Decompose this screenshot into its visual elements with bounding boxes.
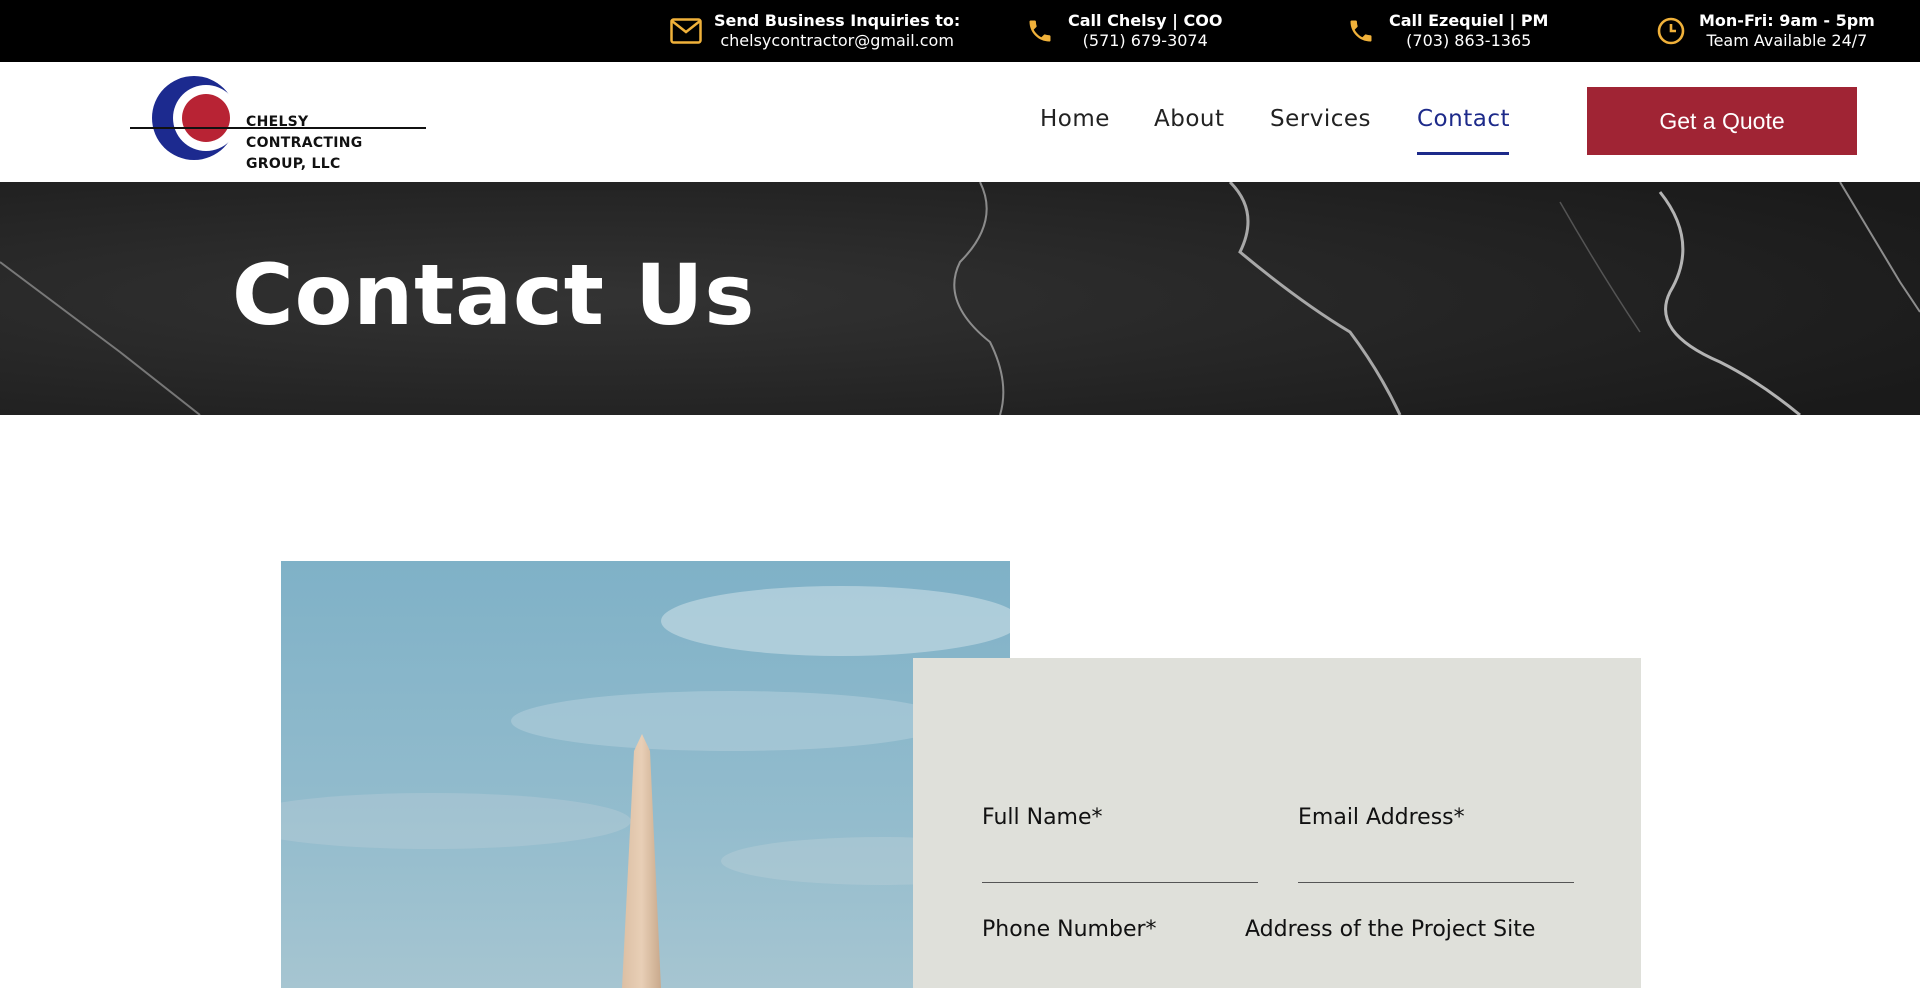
email-label: Email Address* <box>1298 805 1465 830</box>
company-logo[interactable]: CHELSY CONTRACTING GROUP, LLC <box>128 76 428 172</box>
top-contact-bar: Send Business Inquiries to: chelsycontra… <box>0 0 1920 62</box>
washington-monument-photo <box>281 561 1010 988</box>
nav-contact[interactable]: Contact <box>1417 106 1510 132</box>
page-title: Contact Us <box>232 246 756 344</box>
phone-icon <box>1343 13 1379 49</box>
site-header: CHELSY CONTRACTING GROUP, LLC Home About… <box>0 62 1920 182</box>
full-name-input[interactable] <box>982 882 1258 883</box>
get-quote-button[interactable]: Get a Quote <box>1587 87 1857 155</box>
business-hours: Mon-Fri: 9am - 5pm Team Available 24/7 <box>1653 0 1875 62</box>
email-value[interactable]: chelsycontractor@gmail.com <box>714 31 960 51</box>
logo-text-line1: CHELSY CONTRACTING <box>246 114 363 151</box>
phone1-title: Call Chelsy | COO <box>1068 11 1223 30</box>
nav-home[interactable]: Home <box>1040 106 1110 132</box>
nav-about[interactable]: About <box>1154 106 1225 132</box>
phone2-value[interactable]: (703) 863-1365 <box>1389 31 1548 51</box>
logo-text-line2: GROUP, LLC <box>246 156 341 172</box>
page: Send Business Inquiries to: chelsycontra… <box>0 0 1920 988</box>
phone-label: Phone Number* <box>982 917 1157 942</box>
full-name-label: Full Name* <box>982 805 1103 830</box>
clock-icon <box>1653 13 1689 49</box>
hero-banner: Contact Us <box>0 182 1920 415</box>
email-contact[interactable]: Send Business Inquiries to: chelsycontra… <box>668 0 960 62</box>
phone1-value[interactable]: (571) 679-3074 <box>1068 31 1222 51</box>
project-address-label: Address of the Project Site <box>1245 917 1536 942</box>
email-input[interactable] <box>1298 882 1574 883</box>
phone-contact-ezequiel[interactable]: Call Ezequiel | PM (703) 863-1365 <box>1343 0 1548 62</box>
contact-form: Full Name* Email Address* Phone Number* … <box>913 658 1641 988</box>
hours-title: Mon-Fri: 9am - 5pm <box>1699 11 1875 30</box>
phone2-title: Call Ezequiel | PM <box>1389 11 1549 30</box>
nav-active-underline <box>1417 152 1509 155</box>
nav-services[interactable]: Services <box>1270 106 1371 132</box>
email-title: Send Business Inquiries to: <box>714 11 961 30</box>
phone-icon <box>1022 13 1058 49</box>
mail-icon <box>668 13 704 49</box>
hours-value: Team Available 24/7 <box>1706 31 1868 50</box>
phone-contact-chelsy[interactable]: Call Chelsy | COO (571) 679-3074 <box>1022 0 1222 62</box>
